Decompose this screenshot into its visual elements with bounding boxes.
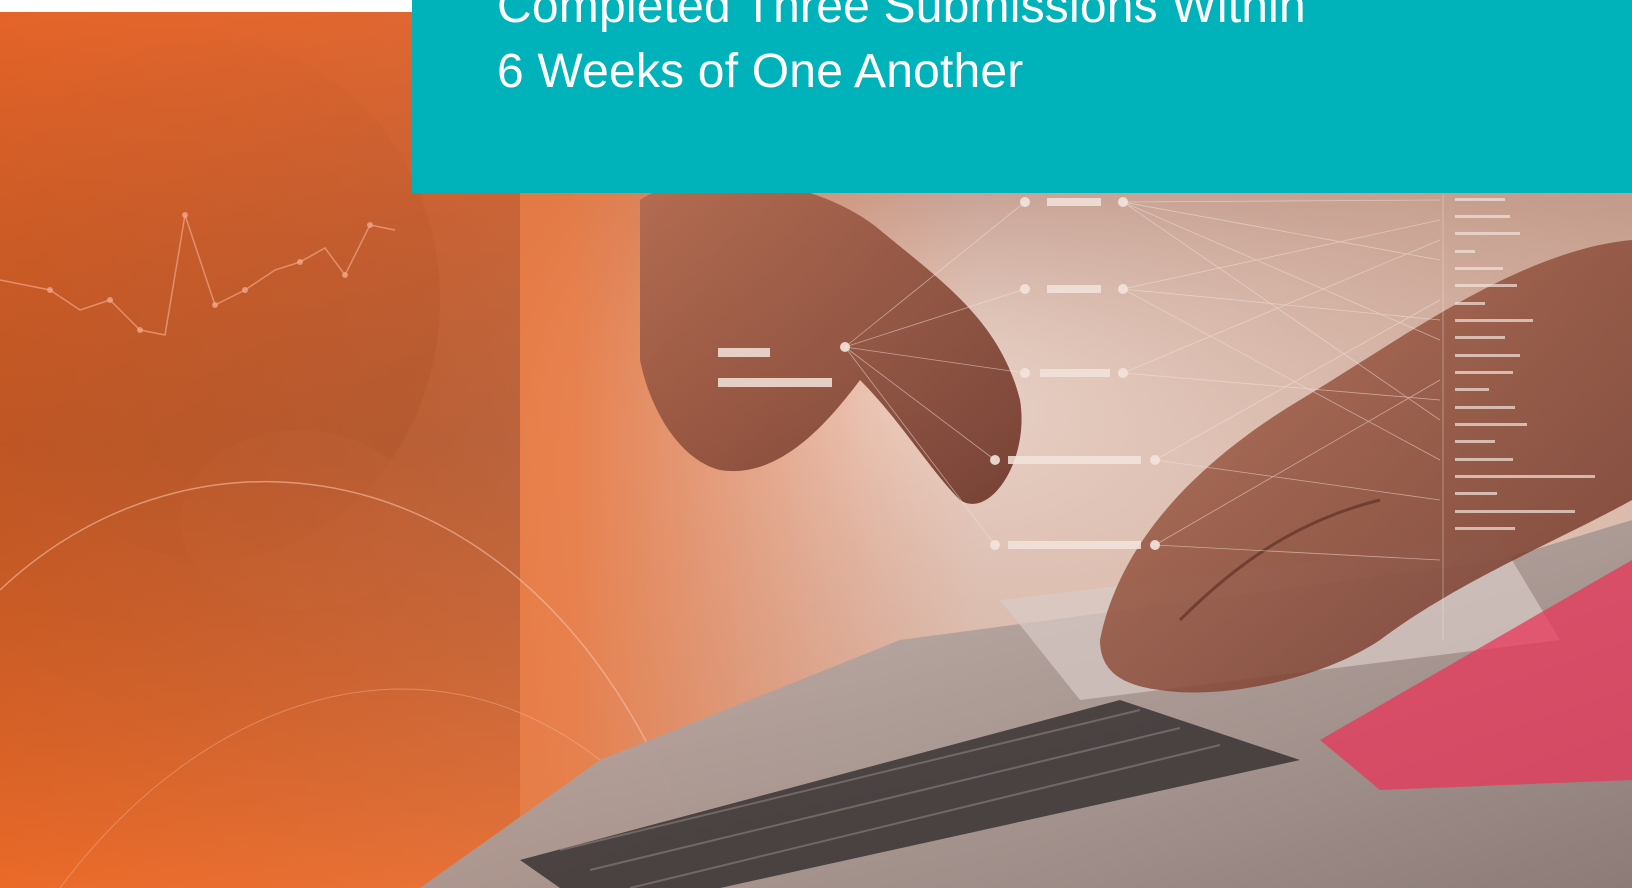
headline-banner: Completed Three Submissions Within 6 Wee… xyxy=(412,0,1632,193)
headline: Completed Three Submissions Within 6 Wee… xyxy=(497,0,1597,104)
headline-line-1: Completed Three Submissions Within xyxy=(497,0,1306,33)
headline-line-2: 6 Weeks of One Another xyxy=(497,45,1024,98)
top-left-white-strip xyxy=(0,0,412,12)
